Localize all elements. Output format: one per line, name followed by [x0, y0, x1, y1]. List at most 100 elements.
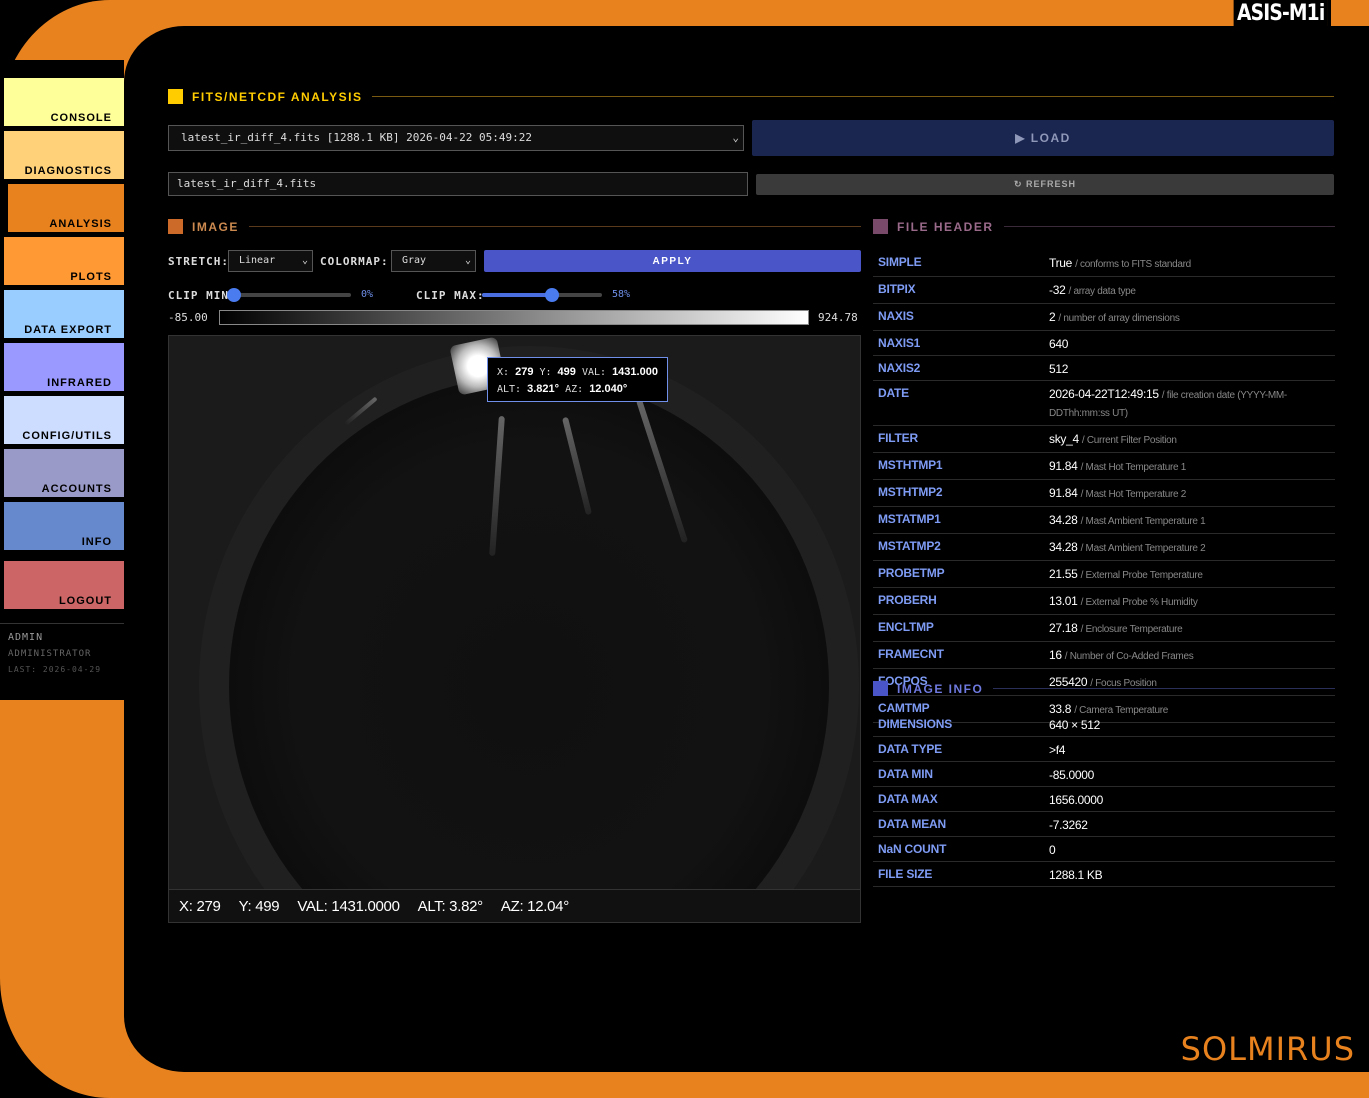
stretch-select[interactable]: Linear ⌄ — [228, 250, 313, 272]
row-key: NAXIS1 — [878, 336, 921, 350]
colormap-select[interactable]: Gray ⌄ — [391, 250, 476, 272]
row-value-text: 21.55 — [1049, 567, 1078, 581]
row-value-text: 34.28 — [1049, 540, 1078, 554]
table-row: DATA TYPE >f4 — [873, 737, 1335, 762]
table-row: FILTER sky_4 / Current Filter Position — [873, 426, 1335, 453]
clip-max-fill — [482, 293, 552, 297]
table-row: FRAMECNT 16 / Number of Co-Added Frames — [873, 642, 1335, 669]
load-button[interactable]: ▶ LOAD — [752, 120, 1334, 156]
row-comment: / Enclosure Temperature — [1080, 624, 1183, 635]
row-value-text: 640 — [1049, 337, 1069, 351]
image-square-icon — [168, 219, 183, 234]
row-value-text: 91.84 — [1049, 459, 1078, 473]
row-value-text: True — [1049, 256, 1073, 270]
row-value: 0 — [1049, 842, 1335, 858]
chevron-down-icon: ⌄ — [464, 255, 471, 266]
row-key: DATA MIN — [878, 767, 933, 781]
tooltip-alt: 3.821° — [527, 383, 560, 395]
nav-console[interactable]: CONSOLE — [4, 78, 124, 126]
colormap-label: COLORMAP: — [320, 255, 389, 268]
logo: SOLMIRUS — [1180, 1030, 1355, 1068]
nav-plots[interactable]: PLOTS — [4, 237, 124, 285]
row-key: NaN COUNT — [878, 842, 947, 856]
row-value-text: -85.0000 — [1049, 768, 1094, 782]
user-box: ADMIN ADMINISTRATOR LAST: 2026-04-29 — [0, 623, 124, 689]
brand-edge — [1328, 0, 1369, 26]
file-select[interactable]: latest_ir_diff_4.fits [1288.1 KB] 2026-0… — [168, 125, 744, 151]
row-value: -85.0000 — [1049, 767, 1335, 783]
row-value: 640 × 512 — [1049, 717, 1335, 733]
table-row: DATE 2026-04-22T12:49:15 / file creation … — [873, 381, 1335, 426]
clip-max-handle[interactable] — [544, 288, 559, 302]
row-key: MSTATMP2 — [878, 539, 941, 553]
row-key: FRAMECNT — [878, 647, 944, 661]
tooltip-az-label: AZ: — [565, 384, 584, 395]
nav-infrared[interactable]: INFRARED — [4, 343, 124, 391]
row-key: DATA MAX — [878, 792, 938, 806]
file-header-square-icon — [873, 219, 888, 234]
file-header-title: FILE HEADER — [897, 219, 994, 234]
row-value: 91.84 / Mast Hot Temperature 1 — [1049, 458, 1335, 476]
nav-diagnostics[interactable]: DIAGNOSTICS — [4, 131, 124, 179]
coord-y: Y: 499 — [238, 897, 280, 915]
nav-logout[interactable]: LOGOUT — [4, 561, 124, 609]
row-key: DATA TYPE — [878, 742, 942, 756]
fits-image-canvas[interactable] — [168, 335, 861, 890]
table-row: NAXIS1 640 — [873, 331, 1335, 356]
stretch-label: STRETCH: — [168, 255, 229, 268]
nav-config-utils[interactable]: CONFIG/UTILS — [4, 396, 124, 444]
table-row: FILE SIZE 1288.1 KB — [873, 862, 1335, 887]
nav-accounts[interactable]: ACCOUNTS — [4, 449, 124, 497]
row-key: FILTER — [878, 431, 918, 445]
refresh-button[interactable]: ↻ REFRESH — [756, 174, 1334, 195]
row-comment: / Mast Hot Temperature 1 — [1080, 462, 1187, 473]
row-key: MSTHTMP2 — [878, 485, 943, 499]
file-name-input[interactable]: latest_ir_diff_4.fits — [168, 172, 748, 196]
tooltip-x: 279 — [515, 366, 534, 378]
table-row: NAXIS 2 / number of array dimensions — [873, 304, 1335, 331]
row-comment: / array data type — [1068, 286, 1136, 297]
row-value-text: 2 — [1049, 310, 1056, 324]
row-comment: / Mast Ambient Temperature 2 — [1080, 543, 1206, 554]
table-row: SIMPLE True / conforms to FITS standard — [873, 250, 1335, 277]
row-value-text: 16 — [1049, 648, 1062, 662]
table-row: BITPIX -32 / array data type — [873, 277, 1335, 304]
nav-analysis[interactable]: ANALYSIS — [4, 184, 124, 232]
row-key: ENCLTMP — [878, 620, 934, 634]
row-key: NAXIS2 — [878, 361, 921, 375]
table-row: DATA MIN -85.0000 — [873, 762, 1335, 787]
row-value: sky_4 / Current Filter Position — [1049, 431, 1335, 449]
analysis-heading: FITS/NETCDF ANALYSIS — [168, 89, 1334, 104]
tooltip-y: 499 — [557, 366, 576, 378]
row-value-text: 1288.1 KB — [1049, 868, 1103, 882]
range-min: -85.00 — [168, 311, 208, 324]
nav-data-export[interactable]: DATA EXPORT — [4, 290, 124, 338]
nav-info[interactable]: INFO — [4, 502, 124, 550]
clip-min-handle[interactable] — [227, 288, 241, 302]
clip-max-slider[interactable] — [482, 288, 602, 302]
user-role: ADMINISTRATOR — [8, 649, 92, 659]
tooltip-x-label: X: — [497, 367, 510, 378]
clip-min-slider[interactable] — [227, 288, 351, 302]
clip-max-label: CLIP MAX: — [416, 289, 485, 302]
user-last-login: LAST: 2026-04-29 — [8, 665, 102, 674]
row-value-text: 640 × 512 — [1049, 718, 1101, 732]
row-value-text: -7.3262 — [1049, 818, 1088, 832]
row-value: 640 — [1049, 336, 1335, 352]
row-key: DATE — [878, 386, 909, 400]
image-info-rule — [993, 688, 1335, 689]
file-header-table: SIMPLE True / conforms to FITS standard BI… — [873, 250, 1335, 723]
table-row: MSTATMP2 34.28 / Mast Ambient Temperature… — [873, 534, 1335, 561]
table-row: MSTHTMP2 91.84 / Mast Hot Temperature 2 — [873, 480, 1335, 507]
apply-button[interactable]: APPLY — [484, 250, 861, 272]
tooltip-line-2: ALT: 3.821° AZ: 12.040° — [497, 381, 667, 398]
row-key: SIMPLE — [878, 255, 922, 269]
tooltip-val-label: VAL: — [581, 367, 607, 378]
row-value: 34.28 / Mast Ambient Temperature 2 — [1049, 539, 1335, 557]
image-info-title: IMAGE INFO — [897, 681, 984, 696]
coord-az: AZ: 12.04° — [500, 897, 569, 915]
row-value: 512 — [1049, 361, 1335, 377]
row-value: 21.55 / External Probe Temperature — [1049, 566, 1335, 584]
brand-notch — [1328, 0, 1331, 26]
clip-min-value: 0% — [361, 289, 374, 300]
